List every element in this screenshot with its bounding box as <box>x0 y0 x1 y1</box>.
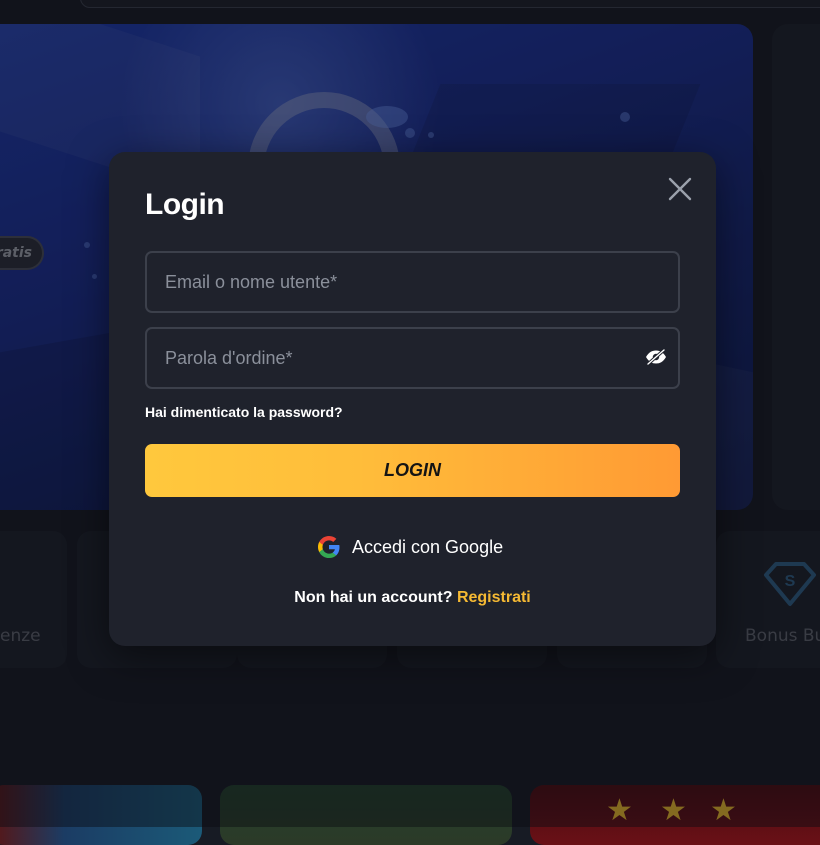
signup-prompt: Non hai un account? Registrati <box>109 589 716 607</box>
google-button-label: Accedi con Google <box>352 536 504 557</box>
email-input[interactable] <box>147 253 678 311</box>
modal-title: Login <box>145 188 225 221</box>
no-account-text: Non hai un account? <box>294 589 453 606</box>
google-icon <box>318 536 340 558</box>
email-field-wrapper <box>145 251 680 313</box>
forgot-password-link[interactable]: Hai dimenticato la password? <box>145 404 343 420</box>
close-button[interactable] <box>665 174 695 204</box>
google-login-button[interactable]: Accedi con Google <box>317 533 503 561</box>
password-field-wrapper <box>145 327 680 389</box>
close-icon <box>668 177 692 201</box>
password-input[interactable] <box>147 329 678 387</box>
login-modal: Login Hai dimenticato la password? LOGIN <box>109 152 716 646</box>
toggle-password-visibility[interactable] <box>642 346 670 370</box>
register-link[interactable]: Registrati <box>457 589 531 606</box>
login-button[interactable]: LOGIN <box>145 444 680 497</box>
eye-slash-icon <box>646 347 666 366</box>
